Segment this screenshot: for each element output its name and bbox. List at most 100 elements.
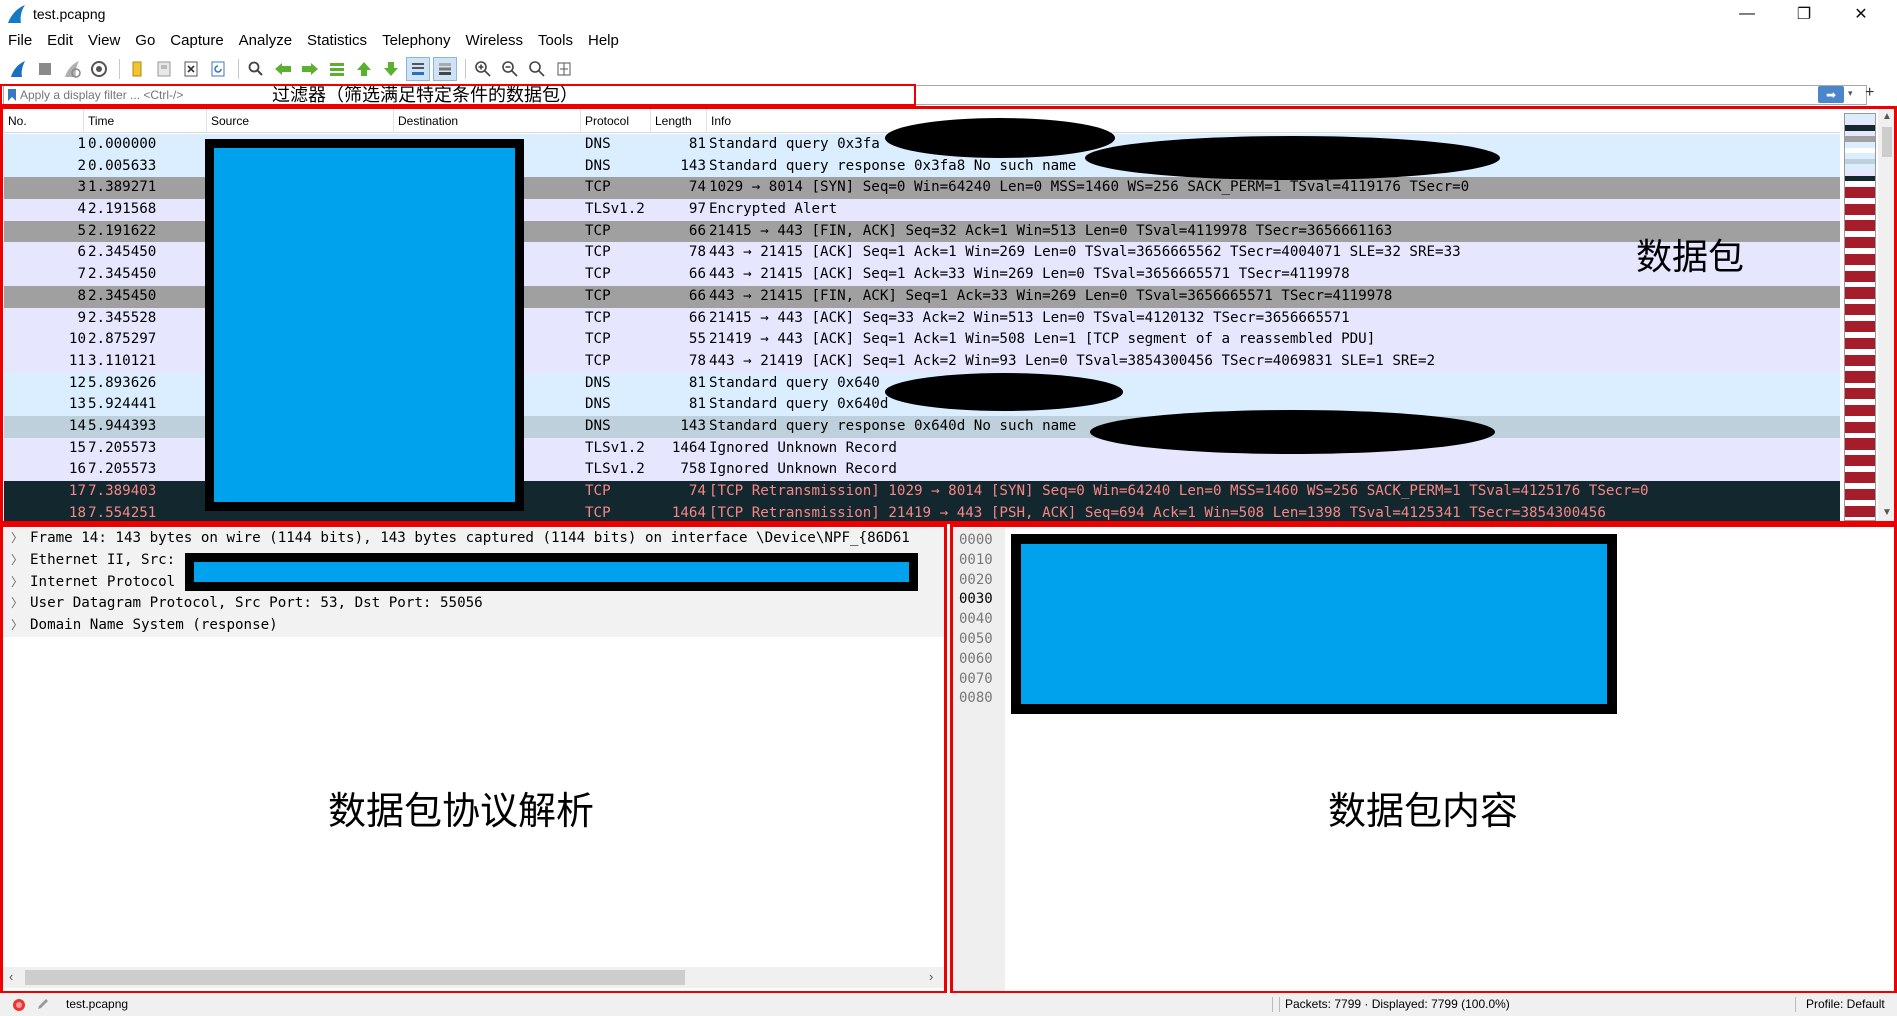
packet-time: 7.205573 (88, 439, 157, 456)
column-header-destination[interactable]: Destination (394, 109, 581, 133)
restart-capture-button[interactable] (60, 57, 84, 81)
menu-go[interactable]: Go (127, 30, 162, 52)
packet-info: 21415 → 443 [FIN, ACK] Seq=32 Ack=1 Win=… (709, 222, 1393, 239)
filter-history-dropdown[interactable]: ▾ (1848, 88, 1853, 99)
expand-chevron-icon[interactable]: 〉 (11, 615, 23, 637)
scroll-thumb[interactable] (25, 970, 685, 985)
capture-options-button[interactable] (87, 57, 111, 81)
column-header-source[interactable]: Source (207, 109, 394, 133)
packet-number: 12 (68, 374, 86, 391)
minimap-stripe (1845, 511, 1875, 517)
resize-columns-button[interactable] (552, 57, 576, 81)
scroll-up-icon[interactable]: ▲ (1878, 109, 1896, 125)
start-capture-button[interactable] (6, 57, 30, 81)
go-to-packet-button[interactable] (325, 57, 349, 81)
byte-offset: 0010 (959, 551, 993, 568)
details-row-dns[interactable]: 〉 Domain Name System (response) (3, 615, 945, 637)
display-filter-input[interactable] (20, 86, 280, 104)
menu-help[interactable]: Help (580, 30, 626, 52)
packet-minimap[interactable] (1844, 113, 1876, 521)
menu-view[interactable]: View (80, 30, 127, 52)
zoom-in-button[interactable] (471, 57, 495, 81)
go-forward-button[interactable] (298, 57, 322, 81)
close-window-button[interactable]: ✕ (1838, 0, 1884, 28)
wireshark-window: test.pcapng — ❐ ✕ File Edit View Go Capt… (0, 0, 1897, 1016)
byte-offset: 0030 (959, 591, 993, 608)
colorize-button[interactable] (433, 57, 457, 81)
autoscroll-button[interactable] (406, 57, 430, 81)
menu-tools[interactable]: Tools (530, 30, 580, 52)
maximize-button[interactable]: ❐ (1781, 0, 1827, 28)
go-back-button[interactable] (271, 57, 295, 81)
expand-chevron-icon[interactable]: 〉 (11, 572, 23, 594)
open-file-button[interactable] (125, 57, 149, 81)
close-icon: ✕ (1854, 6, 1868, 23)
packet-protocol: TCP (585, 244, 611, 261)
menu-telephony[interactable]: Telephony (374, 30, 457, 52)
packet-time: 5.893626 (88, 374, 157, 391)
reload-file-button[interactable] (206, 57, 230, 81)
packet-info: Encrypted Alert (709, 201, 838, 218)
reload-file-icon (211, 61, 225, 77)
close-file-button[interactable] (179, 57, 203, 81)
column-header-info[interactable]: Info (707, 109, 1840, 133)
zoom-out-icon (502, 61, 518, 77)
packet-length: 55 (688, 331, 706, 348)
packet-protocol: TCP (585, 483, 611, 499)
packet-list-scrollbar[interactable]: ▲ ▼ (1878, 109, 1896, 521)
scroll-left-icon[interactable]: ‹ (9, 969, 13, 984)
packet-info: 443 → 21415 [ACK] Seq=1 Ack=33 Win=269 L… (709, 266, 1350, 283)
find-packet-button[interactable] (244, 57, 268, 81)
column-header-protocol[interactable]: Protocol (581, 109, 651, 133)
scroll-thumb[interactable] (1882, 127, 1892, 157)
first-packet-button[interactable] (352, 57, 376, 81)
column-header-length[interactable]: Length (651, 109, 707, 133)
expand-chevron-icon[interactable]: 〉 (11, 528, 23, 550)
filter-bookmark-button[interactable] (4, 86, 20, 104)
redaction-scribble (885, 373, 1123, 411)
expand-chevron-icon[interactable]: 〉 (11, 550, 23, 572)
menu-wireless[interactable]: Wireless (457, 30, 530, 52)
zoom-normal-button[interactable] (525, 57, 549, 81)
menu-file[interactable]: File (0, 30, 39, 52)
capture-options-icon (91, 61, 107, 77)
menu-capture[interactable]: Capture (162, 30, 230, 52)
menu-statistics[interactable]: Statistics (299, 30, 374, 52)
apply-filter-button[interactable]: ➡ (1818, 86, 1844, 103)
menu-analyze[interactable]: Analyze (231, 30, 299, 52)
redaction-scribble (885, 118, 1115, 158)
byte-offset: 0040 (959, 611, 993, 628)
expert-info-icon[interactable] (12, 998, 26, 1012)
packet-protocol: DNS (585, 417, 611, 434)
packet-number: 18 (68, 504, 86, 521)
start-capture-icon (11, 61, 25, 77)
column-header-time[interactable]: Time (84, 109, 207, 133)
column-header-no[interactable]: No. (4, 109, 84, 133)
details-row-frame[interactable]: 〉 Frame 14: 143 bytes on wire (1144 bits)… (3, 528, 945, 550)
packet-number: 17 (68, 483, 86, 499)
packet-length: 758 (680, 461, 706, 478)
packet-info: Standard query 0x640d (709, 396, 889, 413)
stop-capture-button[interactable] (33, 57, 57, 81)
edit-comment-icon[interactable] (36, 997, 50, 1011)
packet-protocol: DNS (585, 157, 611, 174)
scroll-right-icon[interactable]: › (929, 969, 933, 984)
stop-capture-icon (39, 63, 51, 75)
filter-annotation: 过滤器（筛选满足特定条件的数据包） (272, 85, 578, 105)
zoom-out-button[interactable] (498, 57, 522, 81)
details-row-udp[interactable]: 〉 User Datagram Protocol, Src Port: 53, D… (3, 593, 945, 615)
redaction-scribble (1085, 136, 1500, 180)
packet-length: 74 (688, 483, 706, 499)
status-profile[interactable]: Profile: Default (1806, 993, 1885, 1016)
details-horizontal-scrollbar[interactable]: ‹ › (3, 967, 945, 988)
menu-edit[interactable]: Edit (39, 30, 80, 52)
expand-chevron-icon[interactable]: 〉 (11, 593, 23, 615)
add-filter-button[interactable]: + (1865, 84, 1874, 102)
save-file-button[interactable] (152, 57, 176, 81)
scroll-down-icon[interactable]: ▼ (1878, 505, 1896, 521)
packet-info: 21419 → 443 [ACK] Seq=1 Ack=1 Win=508 Le… (709, 331, 1376, 348)
status-separator (1272, 997, 1273, 1012)
toolbar-separator (119, 59, 120, 79)
last-packet-button[interactable] (379, 57, 403, 81)
minimize-button[interactable]: — (1724, 0, 1770, 28)
